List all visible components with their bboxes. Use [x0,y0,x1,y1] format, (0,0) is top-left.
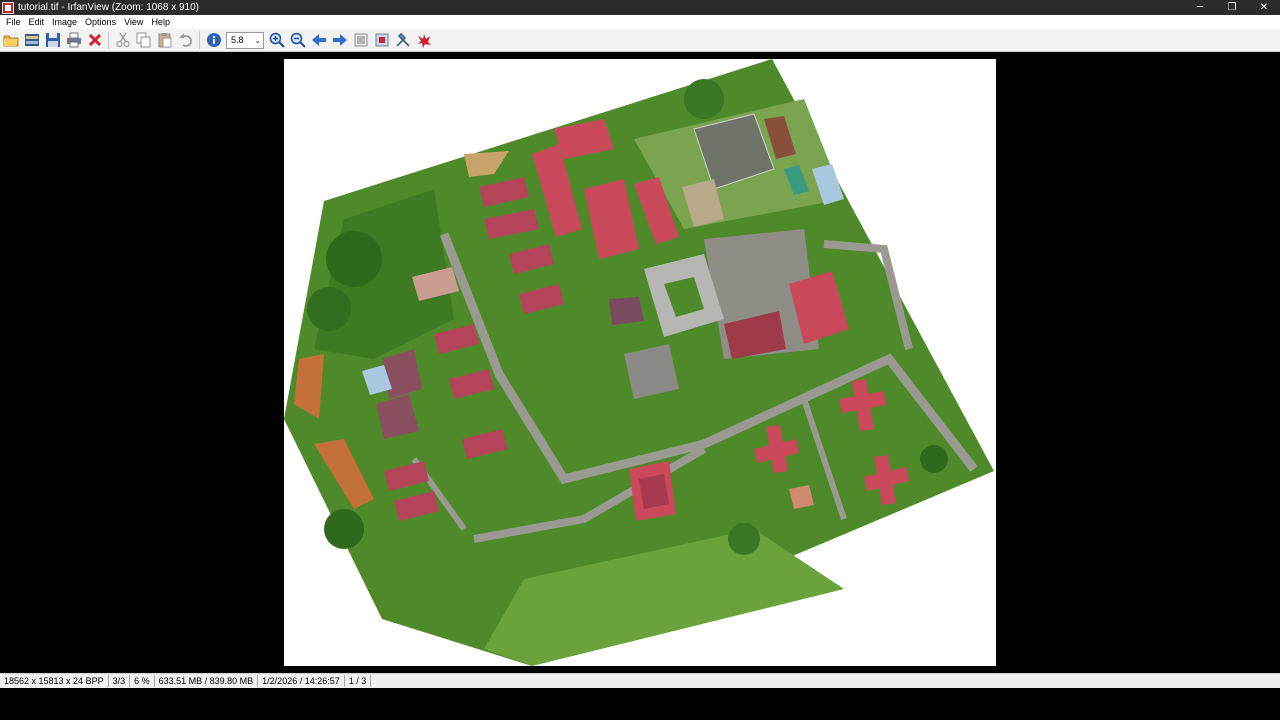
aerial-orthomosaic-image [284,59,994,666]
toolbar: 5.8 ⌄ [0,29,1280,52]
menu-view[interactable]: View [120,17,147,27]
window-controls: ─ ❐ ✕ [1184,0,1280,15]
next-icon[interactable] [330,31,349,50]
menu-file[interactable]: File [2,17,25,27]
irfanview-app-icon [2,1,14,14]
window-title: tutorial.tif - IrfanView (Zoom: 1068 x 9… [18,2,200,13]
chevron-down-icon: ⌄ [254,35,261,45]
zoom-in-icon[interactable] [267,31,286,50]
close-button[interactable]: ✕ [1248,0,1280,15]
zoom-select[interactable]: 5.8 ⌄ [226,31,264,49]
save-icon[interactable] [43,31,62,50]
status-page: 1 / 3 [345,675,372,687]
cut-icon[interactable] [113,31,132,50]
toolbar-separator [199,31,200,49]
image-canvas[interactable] [0,53,1280,689]
status-dimensions: 18562 x 15813 x 24 BPP [0,675,109,687]
toolbar-separator [108,31,109,49]
fullscreen-icon[interactable] [372,31,391,50]
settings-icon[interactable] [393,31,412,50]
copy-icon[interactable] [134,31,153,50]
thumbnails-icon[interactable] [22,31,41,50]
irfanview-logo-icon[interactable] [414,31,433,50]
bottom-black-band [0,688,1280,720]
status-zoom: 6 % [130,675,155,687]
status-file-index: 3/3 [109,675,131,687]
status-bar: 18562 x 15813 x 24 BPP 3/3 6 % 633.51 MB… [0,673,1280,688]
menu-image[interactable]: Image [48,17,81,27]
paste-icon[interactable] [155,31,174,50]
previous-icon[interactable] [309,31,328,50]
restore-button[interactable]: ❐ [1216,0,1248,15]
open-folder-icon[interactable] [1,31,20,50]
info-icon[interactable] [204,31,223,50]
delete-icon[interactable] [85,31,104,50]
status-memory: 633.51 MB / 839.80 MB [155,675,259,687]
title-bar: tutorial.tif - IrfanView (Zoom: 1068 x 9… [0,0,1280,15]
print-icon[interactable] [64,31,83,50]
undo-icon[interactable] [176,31,195,50]
zoom-value: 5.8 [231,35,244,45]
menu-options[interactable]: Options [81,17,120,27]
image-frame [284,59,996,666]
slideshow-icon[interactable] [351,31,370,50]
menu-edit[interactable]: Edit [25,17,49,27]
minimize-button[interactable]: ─ [1184,0,1216,15]
menu-bar: File Edit Image Options View Help [0,15,1280,29]
status-datetime: 1/2/2026 / 14:26:57 [258,675,345,687]
zoom-out-icon[interactable] [288,31,307,50]
menu-help[interactable]: Help [147,17,174,27]
